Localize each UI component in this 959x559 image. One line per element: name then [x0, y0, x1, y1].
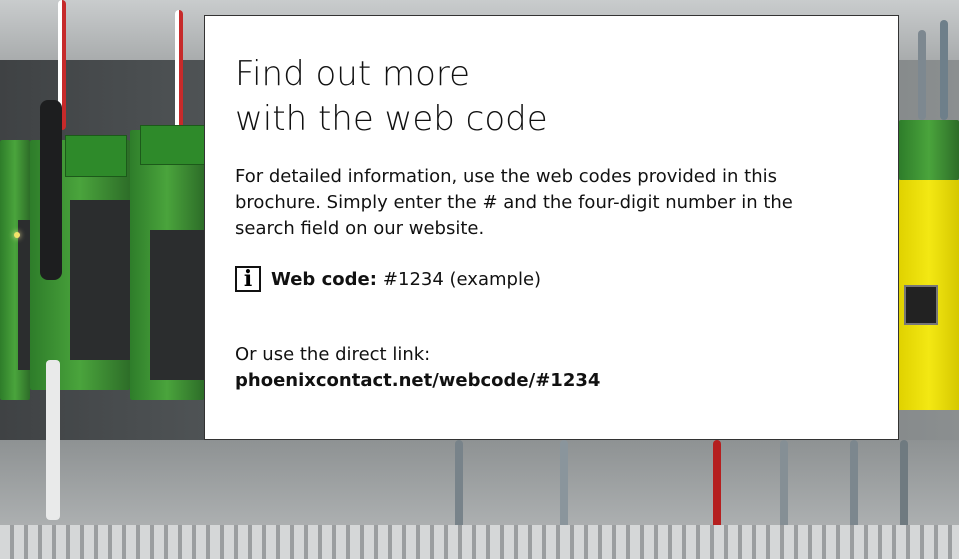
webcode-value: #1234 (example) [382, 268, 542, 290]
module-right-green [899, 120, 959, 180]
info-card: Find out more with the web code For deta… [204, 15, 899, 440]
link-intro: Or use the direct link: [235, 344, 431, 365]
wire-gray [918, 30, 926, 120]
wire-gray [455, 440, 463, 530]
terminal-block [140, 125, 206, 165]
wire-red-white [175, 10, 183, 130]
module-middle-panel [150, 230, 204, 380]
title-line-2: with the web code [235, 99, 548, 139]
card-title: Find out more with the web code [235, 52, 868, 142]
info-icon: i [235, 266, 261, 292]
module-router-panel [70, 200, 130, 360]
direct-link[interactable]: phoenixcontact.net/webcode/#1234 [235, 368, 868, 394]
description-text: For detailed information, use the web co… [235, 166, 793, 239]
ethernet-cable [46, 360, 60, 520]
din-rail [0, 525, 959, 559]
status-led [14, 232, 20, 238]
ethernet-port [904, 285, 938, 325]
wire-gray [560, 440, 568, 530]
terminal-block [65, 135, 127, 177]
title-line-1: Find out more [235, 54, 471, 94]
antenna [40, 100, 62, 280]
webcode-label: Web code: [271, 268, 377, 290]
webcode-row: i Web code: #1234 (example) [235, 266, 868, 292]
wire-gray [940, 20, 948, 120]
